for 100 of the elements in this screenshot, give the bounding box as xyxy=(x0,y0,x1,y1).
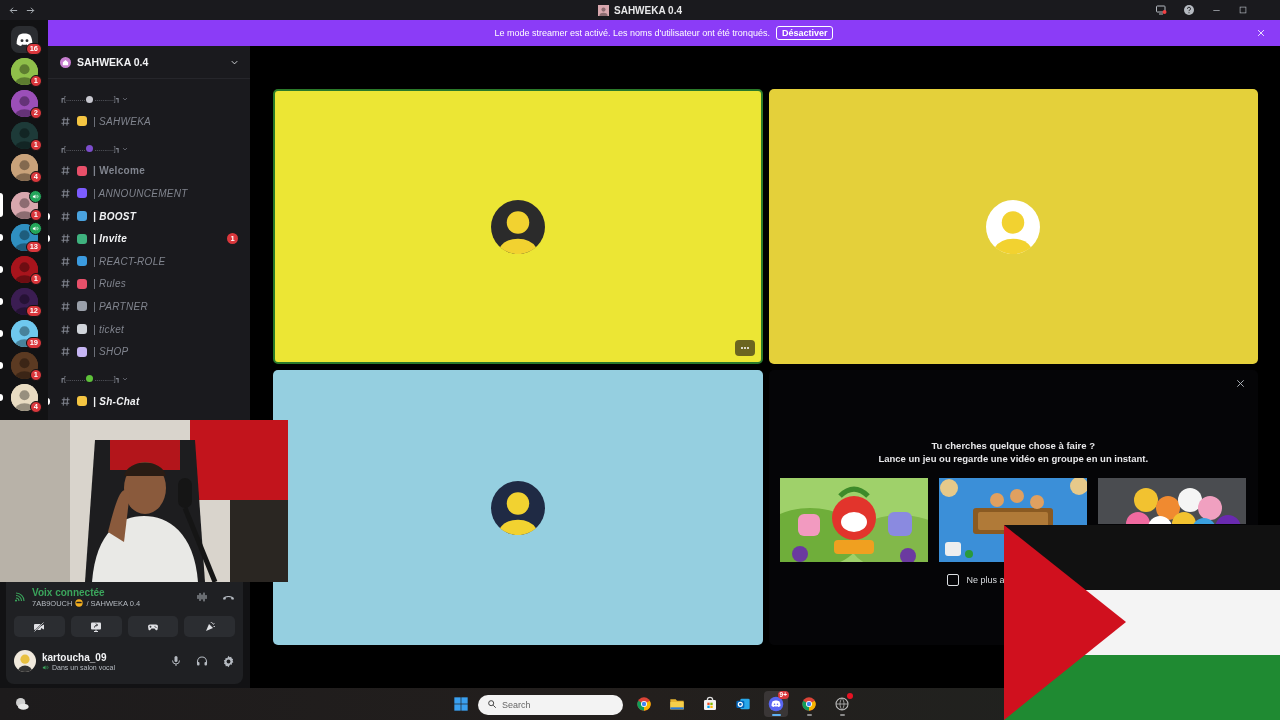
hash-icon xyxy=(60,233,71,245)
search-icon xyxy=(487,699,497,709)
user-avatar xyxy=(490,199,545,254)
disable-button[interactable]: Désactiver xyxy=(775,26,834,40)
globe-icon xyxy=(834,696,850,712)
forward-arrow-icon[interactable] xyxy=(25,4,36,16)
channel-name[interactable]: | Sh-Chat xyxy=(93,395,140,407)
voice-status[interactable]: Voix connectée xyxy=(32,586,141,598)
maximize-icon[interactable] xyxy=(1238,5,1248,15)
server-icon[interactable] xyxy=(10,25,38,53)
channel-name[interactable]: | ticket xyxy=(93,323,125,335)
user-avatar xyxy=(986,199,1041,254)
user-avatar xyxy=(490,480,545,535)
camera-off-icon xyxy=(33,620,46,633)
chrome-icon xyxy=(636,696,652,712)
close-icon xyxy=(1256,28,1266,38)
emoji-icon xyxy=(77,211,87,222)
video-tile[interactable] xyxy=(273,89,763,364)
channel-name[interactable]: | PARTNER xyxy=(93,300,148,312)
banner-message: Le mode streamer est activé. Les noms d'utilisateur ont été tronqués. xyxy=(494,28,770,38)
emoji-icon xyxy=(86,95,94,103)
emoji-icon xyxy=(77,396,87,407)
channel-name[interactable]: | BOOST xyxy=(93,210,137,222)
camera-button[interactable] xyxy=(14,616,65,637)
emoji-icon xyxy=(77,233,87,244)
server-icon[interactable] xyxy=(10,319,38,347)
server-name[interactable]: SAHWEKA 0.4 xyxy=(77,56,149,68)
mail-icon xyxy=(735,696,751,712)
user-avatar[interactable] xyxy=(14,650,36,672)
folder-icon xyxy=(669,696,685,712)
hash-icon xyxy=(60,323,71,335)
channel-name[interactable]: | Invite xyxy=(93,233,128,245)
channel-name[interactable]: | Welcome xyxy=(93,165,145,177)
hash-icon xyxy=(60,188,71,199)
speaker-icon xyxy=(42,663,49,671)
emoji-icon xyxy=(77,301,87,312)
hash-icon xyxy=(60,165,71,177)
channel-name[interactable]: | REACT-ROLE xyxy=(93,255,166,267)
signal-icon xyxy=(14,591,26,603)
selected-indicator xyxy=(0,193,3,217)
waveform-icon[interactable] xyxy=(196,590,208,603)
server-icon[interactable] xyxy=(10,153,38,181)
emoji-icon xyxy=(77,165,87,176)
server-icon[interactable] xyxy=(10,287,38,315)
weather-icon[interactable] xyxy=(14,696,30,712)
more-button[interactable] xyxy=(734,340,755,356)
window-title: SAHWEKA 0.4 xyxy=(614,4,682,16)
activities-prompt: Tu cherches quelque chose à faire ? Lance un jeu ou regarde une vidéo en groupe en un instant. xyxy=(878,439,1149,465)
soundboard-button[interactable] xyxy=(184,616,235,637)
screen-share-button[interactable] xyxy=(70,616,122,637)
channel-name[interactable]: | SHOP xyxy=(93,346,129,358)
hash-icon xyxy=(60,278,71,290)
emoji-icon xyxy=(86,145,94,153)
start-icon[interactable] xyxy=(453,696,469,712)
close-button[interactable] xyxy=(1235,378,1246,389)
screen-share-icon xyxy=(90,620,103,633)
activity-button[interactable] xyxy=(127,616,179,637)
checkbox-label: Ne plus a xyxy=(966,575,1005,585)
emoji-icon xyxy=(77,346,87,357)
emoji-icon xyxy=(75,599,84,607)
microphone-icon[interactable] xyxy=(170,654,182,667)
chevron-icon[interactable] xyxy=(120,95,129,103)
username: kartoucha_09 xyxy=(42,651,108,663)
unread-indicator xyxy=(0,265,3,273)
settings-icon[interactable] xyxy=(222,654,235,668)
inbox-icon[interactable] xyxy=(1155,4,1167,16)
hash-icon xyxy=(60,395,71,407)
emoji-icon xyxy=(86,375,94,383)
channel-name[interactable]: | Rules xyxy=(93,278,127,290)
unread-indicator xyxy=(0,393,3,401)
video-tile[interactable] xyxy=(768,89,1258,364)
close-icon xyxy=(1235,378,1246,389)
soundboard-icon xyxy=(203,620,216,633)
hash-icon xyxy=(60,346,71,358)
help-icon[interactable] xyxy=(1183,4,1195,16)
headphones-icon[interactable] xyxy=(196,654,208,667)
server-icon[interactable] xyxy=(10,57,38,85)
speaker-icon xyxy=(29,190,42,203)
emoji-icon xyxy=(77,188,87,199)
back-arrow-icon[interactable] xyxy=(8,4,19,16)
channel-name[interactable]: | SAHWEKA xyxy=(93,115,152,127)
server-icon[interactable] xyxy=(10,383,38,411)
emoji-icon xyxy=(77,256,87,267)
channel-name[interactable]: | ANNOUNCEMENT xyxy=(93,188,188,199)
chrome-icon xyxy=(801,696,817,712)
video-tile[interactable] xyxy=(273,370,763,645)
search-field[interactable]: Search xyxy=(478,695,623,715)
server-icon xyxy=(598,4,609,16)
speaker-icon xyxy=(29,222,42,235)
store-icon xyxy=(702,696,718,712)
hash-icon xyxy=(60,210,71,222)
unread-indicator xyxy=(0,329,3,337)
hash-icon xyxy=(60,255,71,267)
unread-indicator xyxy=(0,233,3,241)
unread-indicator xyxy=(0,297,3,305)
hash-icon xyxy=(60,115,71,127)
server-icon xyxy=(60,56,71,68)
discord-icon xyxy=(768,696,784,712)
unread-indicator xyxy=(0,361,3,369)
checkbox[interactable] xyxy=(946,574,959,586)
